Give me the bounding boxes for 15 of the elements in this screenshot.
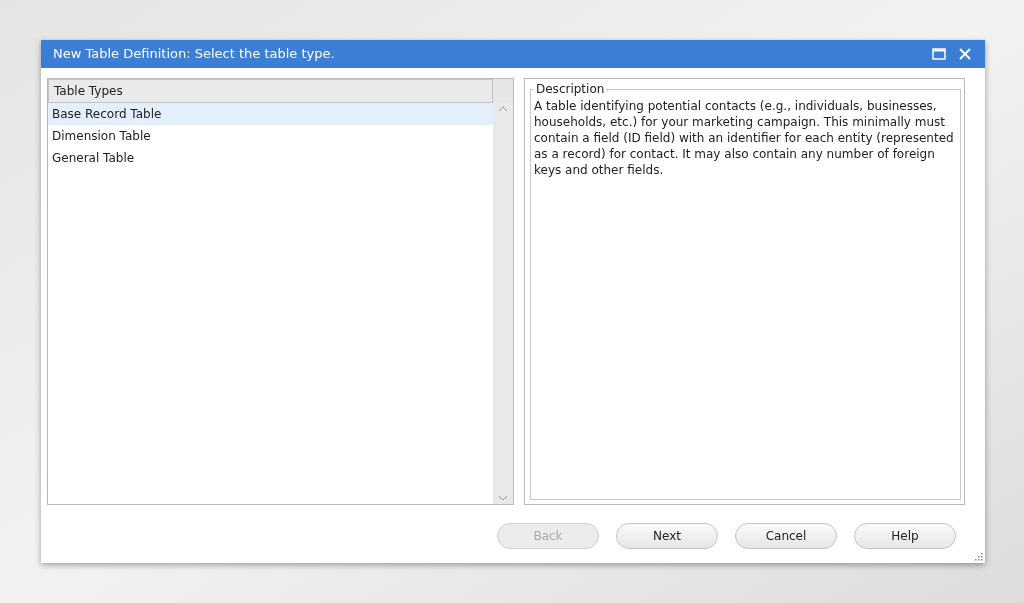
dialog-button[interactable]: Next xyxy=(616,523,718,549)
close-icon xyxy=(959,48,971,60)
list-item[interactable]: Base Record Table xyxy=(48,103,493,125)
dialog-button[interactable]: Help xyxy=(854,523,956,549)
column-header: Table Types xyxy=(48,79,493,103)
dialog-button[interactable]: Cancel xyxy=(735,523,837,549)
scroll-up-icon[interactable] xyxy=(498,106,508,112)
description-text: A table identifying potential contacts (e.g., individuals, businesses, households, etc.) for your marketing campaign. This minimally must contain a field (ID field) with an identifier for each entity (represented as a record) for contact. It may also contain any number of foreign keys and other fields. xyxy=(534,98,955,178)
window-title: New Table Definition: Select the table type. xyxy=(53,45,336,64)
scroll-down-icon[interactable] xyxy=(498,495,508,501)
header-corner xyxy=(493,79,513,103)
maximize-icon xyxy=(932,48,946,60)
scrollbar[interactable] xyxy=(493,103,513,504)
resize-grip-icon[interactable] xyxy=(974,552,983,561)
description-legend: Description xyxy=(534,80,607,98)
